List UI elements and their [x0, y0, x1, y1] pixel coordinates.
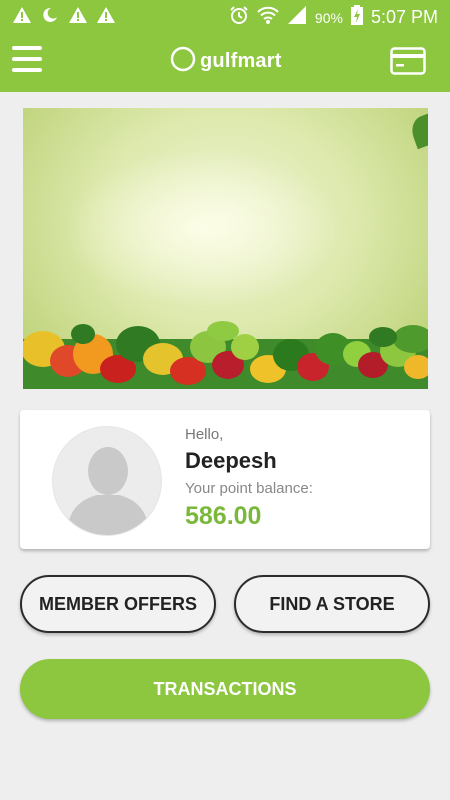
vegetables-image [23, 321, 428, 389]
night-mode-icon [40, 6, 60, 29]
alarm-icon [229, 5, 249, 30]
profile-card: Hello, Deepesh Your point balance: 586.0… [20, 410, 430, 549]
loyalty-card-icon[interactable] [390, 47, 426, 75]
warning-icon [12, 6, 32, 29]
member-offers-button[interactable]: MEMBER OFFERS [20, 575, 216, 633]
status-bar: 90% 5:07 PM [0, 0, 450, 32]
leaf-decoration [407, 112, 428, 150]
points-balance: 586.00 [185, 502, 262, 530]
brand-logo: gulfmart [170, 46, 282, 77]
logo-text: gulfmart [200, 50, 282, 72]
user-name: Deepesh [185, 448, 277, 473]
avatar [52, 426, 162, 536]
greeting-text: Hello, [185, 426, 224, 443]
transactions-button[interactable]: TRANSACTIONS [20, 659, 430, 719]
signal-icon [287, 5, 307, 30]
warning-icon [96, 6, 116, 29]
hamburger-menu-icon[interactable] [12, 46, 44, 74]
battery-charging-icon [350, 5, 363, 30]
status-time: 5:07 PM [370, 7, 438, 27]
wifi-icon [257, 5, 279, 30]
battery-percent: 90% [314, 9, 343, 26]
logo-moon-icon [170, 46, 196, 77]
points-label: Your point balance: [185, 480, 313, 497]
find-store-button[interactable]: FIND A STORE [234, 575, 430, 633]
promo-banner[interactable] [23, 108, 428, 389]
app-bar: gulfmart [0, 32, 450, 92]
warning-icon [68, 6, 88, 29]
